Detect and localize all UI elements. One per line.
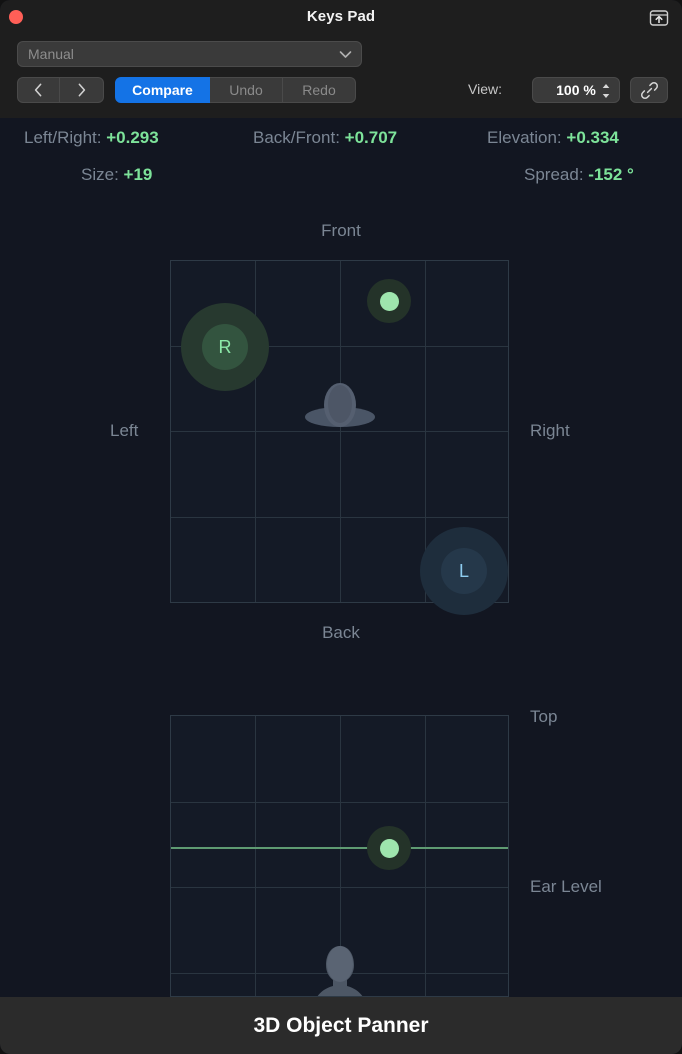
grid-line-v	[425, 716, 426, 996]
link-chain-icon	[640, 81, 658, 99]
chevron-right-icon	[78, 83, 86, 97]
previous-setting-button[interactable]	[17, 77, 60, 103]
readout-elevation[interactable]: Elevation: +0.334	[487, 128, 619, 148]
next-setting-button[interactable]	[60, 77, 104, 103]
window-title: Keys Pad	[306, 8, 376, 25]
object-position-dot	[379, 291, 399, 311]
object-position-marker[interactable]	[367, 279, 411, 323]
label-top: Top	[530, 707, 558, 726]
link-parameters-button[interactable]	[630, 77, 668, 103]
footer-bar: 3D Object Panner	[0, 997, 682, 1054]
toolbar: Manual Compare Undo Redo View: 100 %	[0, 36, 682, 118]
plugin-name: 3D Object Panner	[253, 1013, 429, 1037]
object-elevation-marker[interactable]	[367, 826, 411, 870]
label-back: Back	[322, 623, 360, 642]
head-top-view-icon	[305, 383, 375, 427]
view-label: View:	[468, 81, 502, 97]
head-front-view-icon	[317, 946, 363, 996]
readout-left-right-label: Left/Right:	[24, 128, 102, 147]
readout-back-front[interactable]: Back/Front: +0.707	[253, 128, 397, 148]
title-bar: Keys Pad	[0, 0, 682, 36]
top-view-pan-grid[interactable]: R L	[170, 260, 509, 615]
chevron-down-icon	[339, 51, 352, 58]
compare-button[interactable]: Compare	[115, 77, 210, 103]
view-zoom-value: 100 %	[556, 82, 596, 98]
speaker-marker-r-label: R	[218, 336, 232, 357]
history-controls: Compare Undo Redo	[17, 77, 356, 103]
parameter-readouts: Left/Right: +0.293 Back/Front: +0.707 El…	[0, 118, 682, 204]
grid-line-h	[171, 802, 508, 803]
grid-line-h	[171, 431, 508, 432]
grid-line-h	[171, 517, 508, 518]
readout-left-right[interactable]: Left/Right: +0.293	[24, 128, 159, 148]
stepper-up-down-icon[interactable]	[601, 82, 611, 100]
label-left: Left	[110, 421, 139, 440]
grid-line-v	[255, 716, 256, 996]
readout-elevation-label: Elevation:	[487, 128, 562, 147]
chevron-left-icon	[34, 83, 42, 97]
preset-dropdown[interactable]: Manual	[17, 41, 362, 67]
nav-button-group	[17, 77, 104, 103]
speaker-marker-l-disc: L	[441, 548, 487, 594]
compare-undo-redo-group: Compare Undo Redo	[115, 77, 356, 103]
speaker-marker-r-disc: R	[202, 324, 248, 370]
undo-button[interactable]: Undo	[210, 77, 283, 103]
label-ear-level: Ear Level	[530, 877, 602, 896]
plugin-window: Keys Pad Manual Compare Undo Redo View: …	[0, 0, 682, 1054]
speaker-marker-r[interactable]: R	[181, 303, 269, 391]
panner-body: Left/Right: +0.293 Back/Front: +0.707 El…	[0, 118, 682, 997]
preset-value: Manual	[28, 46, 74, 62]
label-front: Front	[321, 221, 361, 240]
speaker-marker-l[interactable]: L	[420, 527, 508, 615]
readout-size-label: Size:	[81, 165, 119, 184]
readout-elevation-value: +0.334	[566, 128, 619, 147]
label-right: Right	[530, 421, 570, 440]
readout-spread-value: -152 °	[588, 165, 634, 184]
grid-line-h	[171, 887, 508, 888]
view-zoom-stepper[interactable]: 100 %	[532, 77, 620, 103]
readout-left-right-value: +0.293	[106, 128, 159, 147]
readout-back-front-label: Back/Front:	[253, 128, 340, 147]
speaker-marker-l-label: L	[458, 560, 469, 581]
readout-spread-label: Spread:	[524, 165, 584, 184]
share-export-button[interactable]	[647, 6, 671, 29]
readout-size-value: +19	[123, 165, 153, 184]
elevation-reference-line	[171, 847, 508, 849]
object-elevation-dot	[379, 838, 399, 858]
readout-back-front-value: +0.707	[344, 128, 398, 147]
share-export-icon	[649, 9, 669, 26]
side-view-elevation-grid[interactable]	[170, 715, 509, 997]
redo-button[interactable]: Redo	[283, 77, 356, 103]
readout-spread[interactable]: Spread: -152 °	[524, 165, 634, 185]
readout-size[interactable]: Size: +19	[81, 165, 152, 185]
